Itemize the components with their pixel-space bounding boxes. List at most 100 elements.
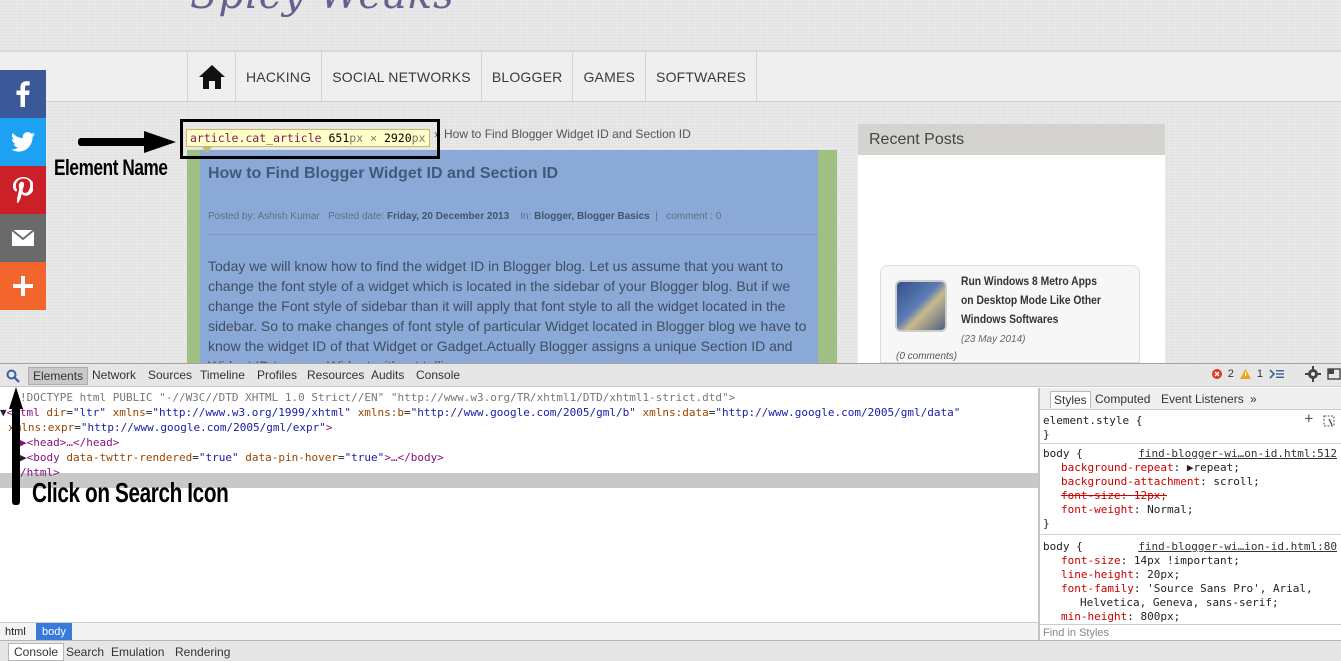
body-rule-2-selector[interactable]: body { (1043, 540, 1083, 554)
body-rule-1-selector[interactable]: body { (1043, 447, 1083, 461)
tab-network[interactable]: Network (92, 368, 136, 382)
twitter-icon[interactable] (0, 118, 46, 166)
style-prop[interactable]: line-height: 20px; (1061, 568, 1180, 582)
add-rule-icon[interactable]: + (1305, 412, 1313, 426)
warning-icon[interactable] (1239, 369, 1251, 379)
warning-count[interactable]: 1 (1257, 368, 1263, 380)
settings-gear-icon[interactable] (1305, 366, 1321, 382)
post-comment-count[interactable]: comment : 0 (666, 211, 721, 222)
rule-divider (1040, 534, 1341, 535)
drawer-tab-search[interactable]: Search (66, 645, 104, 659)
style-prop[interactable]: background-attachment: scroll; (1061, 475, 1260, 489)
devtools-toolbar: Elements Network Sources Timeline Profil… (0, 363, 1341, 387)
post-date-label: Posted date: (328, 211, 385, 222)
social-share-bar (0, 70, 46, 310)
body-rule-1-source-link[interactable]: find-blogger-wi…on-id.html:512 (1138, 447, 1337, 461)
nav-item-hacking[interactable]: HACKING (235, 52, 321, 101)
tab-styles[interactable]: Styles (1050, 391, 1091, 408)
search-icon[interactable] (6, 369, 20, 383)
rule-divider (1040, 443, 1341, 444)
element-size-tooltip: article.cat_article 651px × 2920px (186, 129, 430, 147)
style-prop[interactable]: font-size: 14px !important; (1061, 554, 1240, 568)
drawer-tab-rendering[interactable]: Rendering (175, 645, 230, 659)
recent-post-title[interactable]: Run Windows 8 Metro Apps on Desktop Mode… (961, 272, 1103, 329)
dom-html-attr-cont: xmlns:expr="http://www.google.com/2005/g… (8, 421, 333, 434)
body-rule-1-close: } (1043, 517, 1050, 530)
meta-divider (208, 234, 818, 235)
tooltip-height: 2920 (383, 131, 412, 145)
devtools-panel: Elements Network Sources Timeline Profil… (0, 363, 1341, 661)
site-logo[interactable]: Spicy Weaks (190, 0, 455, 18)
tooltip-height-unit: px (411, 131, 426, 145)
more-tabs-chevron-icon[interactable]: » (1247, 391, 1260, 407)
tab-console[interactable]: Console (416, 368, 460, 382)
body-rule-2-source-link[interactable]: find-blogger-wi…ion-id.html:80 (1138, 540, 1337, 554)
dock-icon[interactable] (1327, 367, 1341, 381)
find-in-styles-input[interactable]: Find in Styles (1040, 624, 1341, 640)
post-category-label: In: (520, 211, 532, 222)
tab-computed[interactable]: Computed (1092, 391, 1153, 407)
recent-post-date: (23 May 2014) (961, 334, 1026, 345)
email-icon[interactable] (0, 214, 46, 262)
collapse-triangle-icon[interactable]: ▼ (0, 406, 7, 419)
tab-audits[interactable]: Audits (371, 368, 404, 382)
nav-item-softwares[interactable]: SOFTWARES (645, 52, 757, 101)
post-categories[interactable]: Blogger, Blogger Basics (534, 211, 650, 222)
drawer-tab-emulation[interactable]: Emulation (111, 645, 164, 659)
devtools-status-area: 2 1 (1211, 366, 1341, 382)
error-icon[interactable] (1211, 369, 1222, 379)
post-body: Today we will know how to find the widge… (208, 258, 807, 363)
crumb-html[interactable]: html (5, 626, 26, 638)
style-prop[interactable]: min-height: 800px; (1061, 610, 1180, 624)
dom-body[interactable]: ▶<body data-twttr-rendered="true" data-p… (20, 450, 444, 465)
style-prop[interactable]: background-repeat: ▶repeat; (1061, 461, 1240, 475)
recent-posts-heading: Recent Posts (858, 124, 1165, 155)
arrow-up-icon (9, 387, 23, 505)
facebook-icon[interactable] (0, 70, 46, 118)
element-name-annotation: Element Name (54, 155, 168, 180)
dom-breadcrumbs: html body (0, 622, 1038, 640)
styles-pane: Styles Computed Event Listeners » elemen… (1040, 388, 1341, 637)
crumb-body[interactable]: body (36, 623, 72, 640)
tab-elements[interactable]: Elements (28, 367, 89, 385)
breadcrumb[interactable]: » How to Find Blogger Widget ID and Sect… (434, 127, 691, 141)
post-date: Friday, 20 December 2013 (387, 211, 510, 222)
blog-page: Spicy Weaks HACKING SOCIAL NETWORKS BLOG… (0, 0, 1341, 363)
tab-event-listeners[interactable]: Event Listeners (1158, 391, 1247, 407)
style-prop[interactable]: font-weight: Normal; (1061, 503, 1193, 517)
arrow-right-icon (78, 131, 176, 153)
home-icon[interactable] (187, 52, 235, 101)
toggle-state-icon[interactable] (1323, 415, 1335, 427)
tab-sources[interactable]: Sources (148, 368, 192, 382)
tab-timeline[interactable]: Timeline (200, 368, 245, 382)
post-title[interactable]: How to Find Blogger Widget ID and Sectio… (208, 165, 558, 183)
element-style-close: } (1043, 428, 1050, 441)
nav-item-games[interactable]: GAMES (572, 52, 645, 101)
drawer-tab-console[interactable]: Console (8, 643, 65, 661)
element-style-rule[interactable]: element.style { (1043, 414, 1142, 428)
tooltip-times: × (370, 131, 378, 145)
pinterest-icon[interactable] (0, 166, 46, 214)
tooltip-selector: article.cat_article (190, 131, 322, 145)
error-count[interactable]: 2 (1228, 368, 1234, 380)
post-author: Posted by: Ashish Kumar (208, 211, 320, 222)
tooltip-tail (202, 147, 212, 153)
post-meta: Posted by: Ashish Kumar Posted date: Fri… (208, 211, 722, 222)
tooltip-width-unit: px (349, 131, 364, 145)
main-nav: HACKING SOCIAL NETWORKS BLOGGER GAMES SO… (0, 52, 1341, 102)
dom-doctype[interactable]: !DOCTYPE html PUBLIC "-//W3C//DTD XHTML … (20, 390, 735, 405)
nav-item-blogger[interactable]: BLOGGER (480, 52, 573, 101)
style-prop-overridden[interactable]: font-size: 12px; (1061, 489, 1167, 503)
dom-html-open[interactable]: ▼<html dir="ltr" xmlns="http://www.w3.or… (0, 405, 960, 420)
tooltip-width: 651 (328, 131, 350, 145)
style-prop-continued: Helvetica, Geneva, sans-serif; (1080, 596, 1279, 609)
nav-item-social-networks[interactable]: SOCIAL NETWORKS (321, 52, 481, 101)
recent-post-thumbnail[interactable] (895, 280, 947, 332)
style-prop[interactable]: font-family: 'Source Sans Pro', Arial, (1061, 582, 1313, 596)
dom-head[interactable]: ▶<head>…</head> (20, 435, 119, 450)
tab-resources[interactable]: Resources (307, 368, 364, 382)
more-icon[interactable] (0, 262, 46, 310)
drawer-tabs: Console Search Emulation Rendering (0, 640, 1341, 661)
console-drawer-icon[interactable] (1269, 368, 1285, 380)
tab-profiles[interactable]: Profiles (257, 368, 297, 382)
